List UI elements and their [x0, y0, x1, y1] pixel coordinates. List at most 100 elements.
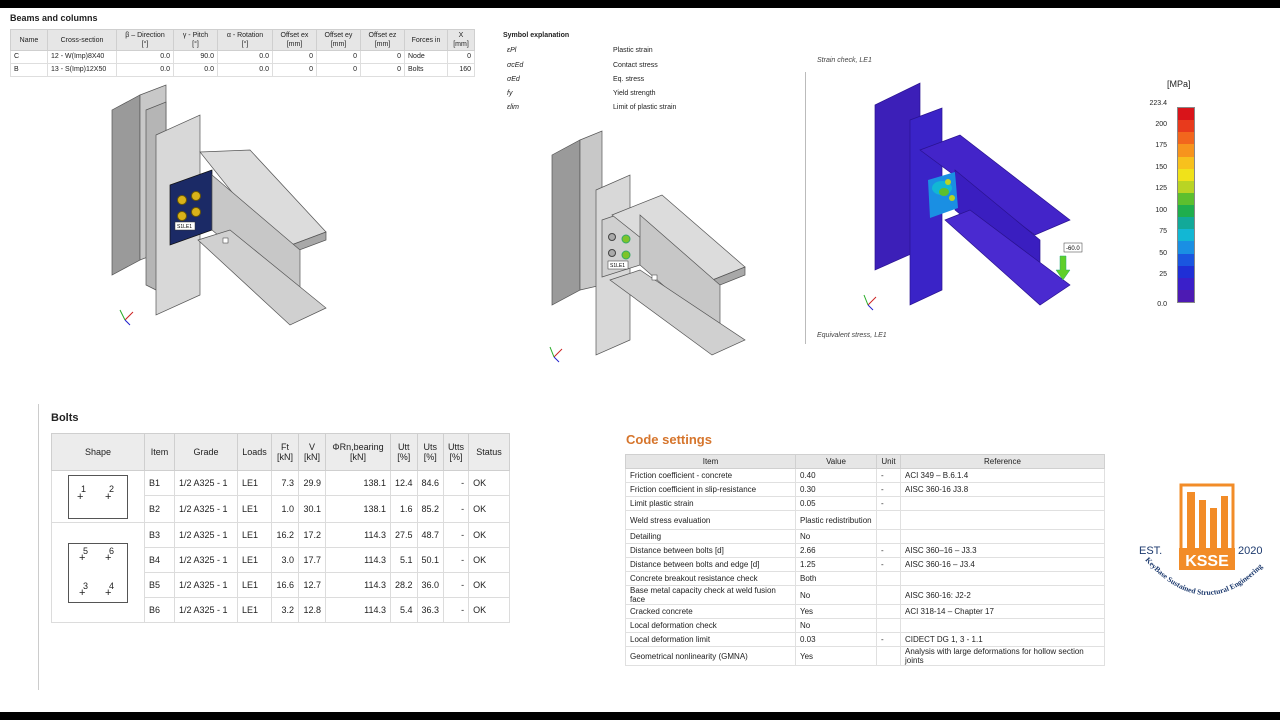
- stress-color-scale: [1177, 107, 1195, 303]
- table-row: Concrete breakout resistance check Both: [625, 571, 1105, 586]
- cell: 84.6: [416, 470, 445, 496]
- code-settings-title: Code settings: [626, 432, 712, 447]
- cell: C: [10, 50, 48, 64]
- cell: 0.0: [217, 50, 273, 64]
- cell: 1/2 A325 - 1: [174, 522, 238, 548]
- cell: [876, 585, 901, 605]
- cell: 12.7: [298, 572, 326, 598]
- cell: Distance between bolts [d]: [625, 543, 796, 558]
- col-header: α - Rotation [°]: [217, 29, 273, 51]
- col-header: Loads: [237, 433, 272, 471]
- panel-divider: [805, 72, 806, 344]
- scale-swatch: [1178, 156, 1194, 169]
- bolt-cross-icon: +: [105, 586, 112, 599]
- beams-columns-table: Name Cross-section β – Direction [°] γ - …: [10, 29, 475, 77]
- top-black-bar: [0, 0, 1280, 8]
- cell: Weld stress evaluation: [625, 510, 796, 530]
- table-row: 5 + 6 + 3 + 4 + B3 1/2 A325 - 1 LE1 16.2…: [51, 522, 511, 623]
- cell: 0: [272, 63, 317, 77]
- cell: 114.3: [325, 547, 391, 573]
- cell: 0: [360, 63, 405, 77]
- cell: 1/2 A325 - 1: [174, 597, 238, 623]
- cell: Plastic redistribution: [795, 510, 877, 530]
- column-flange-back: [111, 94, 141, 276]
- cell: -: [443, 470, 470, 496]
- cell: B3: [144, 522, 175, 548]
- cell: 1/2 A325 - 1: [174, 470, 238, 496]
- cell: [900, 571, 1105, 586]
- bolt-tag: S1LE1: [177, 224, 192, 230]
- cell: [876, 510, 901, 530]
- col-header: Utt [%]: [390, 433, 418, 471]
- cell: LE1: [237, 572, 272, 598]
- scale-swatch: [1178, 241, 1194, 254]
- cell: 0: [316, 63, 361, 77]
- table-row: Weld stress evaluation Plastic redistribu…: [625, 510, 1105, 530]
- bolt-cross-icon: +: [77, 490, 84, 503]
- col-header: Ft [kN]: [271, 433, 299, 471]
- model-view-2[interactable]: S1LE1: [540, 125, 770, 365]
- cell: AISC 360-16 – J3.4: [900, 557, 1105, 572]
- cell: Friction coefficient - concrete: [625, 468, 796, 483]
- column-flange-back: [551, 139, 581, 306]
- cell: Geometrical nonlinearity (GMNA): [625, 646, 796, 666]
- logo-abbr: KSSE: [1185, 553, 1229, 570]
- cell: -: [876, 543, 901, 558]
- symbol-explanation-title: Symbol explanation: [503, 32, 570, 39]
- cell: [876, 646, 901, 666]
- scale-tick-label: 175: [1155, 142, 1167, 149]
- status-cell: OK: [468, 495, 511, 523]
- cell: Both: [795, 571, 877, 586]
- stress-result-view[interactable]: -60.0: [860, 80, 1090, 320]
- cell: [900, 496, 1105, 511]
- cell: 0.0: [173, 63, 218, 77]
- cell: B: [10, 63, 48, 77]
- symbol-row: fy Yield strength: [507, 90, 656, 97]
- cell: 36.0: [416, 572, 445, 598]
- bolt-cross-icon: +: [79, 586, 86, 599]
- table-row: Geometrical nonlinearity (GMNA) Yes Analys…: [625, 646, 1105, 666]
- scale-tick-label: 100: [1155, 207, 1167, 214]
- cell: 1/2 A325 - 1: [174, 495, 238, 523]
- scale-swatch: [1178, 120, 1194, 133]
- cell: 16.6: [271, 572, 299, 598]
- scale-tick-label: 0.0: [1157, 301, 1167, 308]
- cell: 0.30: [795, 482, 877, 497]
- table-row: Friction coefficient in slip-resistance 0…: [625, 482, 1105, 497]
- cell: AISC 360-16 J3.8: [900, 482, 1105, 497]
- cell: ACI 349 – B.6.1.4: [900, 468, 1105, 483]
- cell: No: [795, 585, 877, 605]
- cell: Distance between bolts and edge [d]: [625, 557, 796, 572]
- cell: 1.6: [390, 495, 418, 523]
- node-marker: [222, 237, 229, 244]
- scale-swatch: [1178, 265, 1194, 278]
- cell: [876, 618, 901, 633]
- logo-year: 2020: [1238, 545, 1262, 557]
- scale-swatch: [1178, 108, 1194, 121]
- cell: Concrete breakout resistance check: [625, 571, 796, 586]
- symbol-row: εlim Limit of plastic strain: [507, 104, 677, 111]
- col-header: Forces in: [404, 29, 448, 51]
- col-header: Cross-section: [47, 29, 117, 51]
- col-header: Shape: [51, 433, 145, 471]
- cell: 2.66: [795, 543, 877, 558]
- scale-swatch: [1178, 144, 1194, 157]
- table-row: B 13 - S(Imp)12X50 0.0 0.0 0.0 0 0 0 Bol…: [10, 63, 475, 77]
- strain-check-caption: Strain check, LE1: [817, 57, 872, 64]
- table-row: Distance between bolts [d] 2.66- AISC 360–…: [625, 543, 1105, 558]
- symbol-row: εPl Plastic strain: [507, 47, 653, 54]
- bolt-shape-cell: 1 + 2 +: [51, 470, 145, 523]
- cell: 0.0: [116, 50, 174, 64]
- col-header: V [kN]: [298, 433, 326, 471]
- cell: [900, 529, 1105, 544]
- col-header: Value: [795, 454, 877, 469]
- col-header: Uts [%]: [416, 433, 445, 471]
- cell: Yes: [795, 604, 877, 619]
- cell: Yes: [795, 646, 877, 666]
- cell: Analysis with large deformations for hol…: [900, 646, 1105, 666]
- bolt-cross-icon: +: [105, 490, 112, 503]
- model-view-1[interactable]: S1LE1: [100, 80, 340, 330]
- cell: No: [795, 529, 877, 544]
- scale-swatch: [1178, 192, 1194, 205]
- cell: 0.03: [795, 632, 877, 647]
